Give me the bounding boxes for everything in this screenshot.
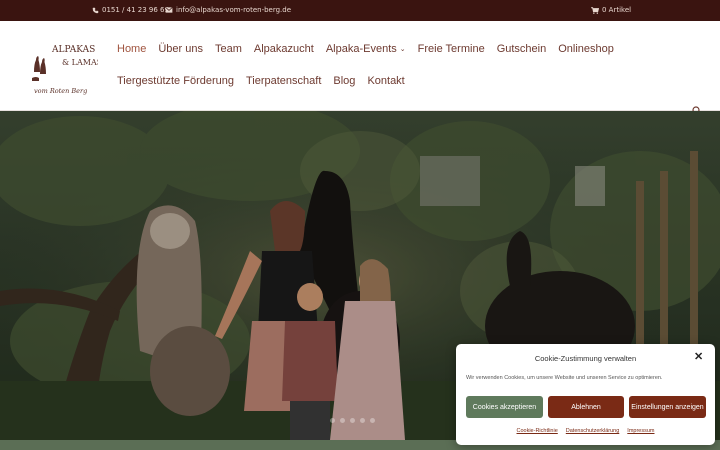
nav-item-kontakt[interactable]: Kontakt (367, 75, 404, 87)
mail-icon (165, 7, 173, 13)
slider-dot[interactable] (340, 418, 345, 423)
phone-contact[interactable]: 0151 / 41 23 96 69 (92, 6, 169, 14)
cart-count: 0 Artikel (602, 6, 632, 14)
email-contact[interactable]: info@alpakas-vom-roten-berg.de (165, 6, 291, 14)
logo-line1: ALPAKAS (51, 45, 95, 55)
nav-item-tiergestuetzte-foerderung[interactable]: Tiergestützte Förderung (117, 75, 234, 87)
nav-item-ueber-uns[interactable]: Über uns (158, 43, 203, 55)
cookie-consent-dialog: Cookie-Zustimmung verwalten ✕ Wir verwen… (456, 344, 715, 445)
accept-cookies-button[interactable]: Cookies akzeptieren (466, 396, 543, 418)
slider-dot[interactable] (350, 418, 355, 423)
nav-item-freie-termine[interactable]: Freie Termine (418, 43, 485, 55)
deny-cookies-button[interactable]: Ablehnen (548, 396, 624, 418)
cookie-title: Cookie-Zustimmung verwalten (534, 354, 637, 363)
nav-row-1: Home Über uns Team Alpakazucht Alpaka-Ev… (117, 40, 614, 58)
site-logo[interactable]: ALPAKAS & LAMAS vom Roten Berg (30, 38, 102, 98)
slider-dots (330, 418, 375, 423)
nav-item-home[interactable]: Home (117, 43, 146, 55)
nav-item-blog[interactable]: Blog (333, 75, 355, 87)
nav-item-gutschein[interactable]: Gutschein (497, 43, 547, 55)
cart-link[interactable]: 0 Artikel (591, 6, 631, 14)
nav-item-alpaka-events[interactable]: Alpaka-Events ⌄ (326, 43, 406, 55)
main-navigation: Home Über uns Team Alpakazucht Alpaka-Ev… (117, 40, 614, 104)
slider-dot[interactable] (370, 418, 375, 423)
cart-icon (591, 6, 599, 14)
chevron-down-icon: ⌄ (399, 46, 406, 53)
nav-item-onlineshop[interactable]: Onlineshop (558, 43, 614, 55)
top-bar: 0151 / 41 23 96 69 info@alpakas-vom-rote… (0, 0, 720, 21)
alpaca-logo-icon (32, 56, 46, 81)
logo-line2: & LAMAS (62, 58, 98, 67)
cookie-policy-link[interactable]: Cookie-Richtlinie (517, 428, 558, 434)
nav-item-team[interactable]: Team (215, 43, 242, 55)
slider-dot[interactable] (360, 418, 365, 423)
email-address: info@alpakas-vom-roten-berg.de (176, 6, 292, 14)
cookie-text: Wir verwenden Cookies, um unsere Website… (466, 375, 663, 381)
phone-number: 0151 / 41 23 96 69 (102, 6, 169, 14)
imprint-link[interactable]: Impressum (627, 428, 654, 434)
close-icon[interactable]: ✕ (694, 352, 703, 363)
cookie-buttons: Cookies akzeptieren Ablehnen Einstellung… (466, 396, 706, 418)
phone-icon (92, 7, 99, 13)
site-header: ALPAKAS & LAMAS vom Roten Berg Home Über… (0, 21, 720, 116)
logo-line3: vom Roten Berg (34, 87, 87, 95)
nav-item-alpakazucht[interactable]: Alpakazucht (254, 43, 314, 55)
nav-row-2: Tiergestützte Förderung Tierpatenschaft … (117, 72, 597, 90)
nav-item-alpaka-events-label: Alpaka-Events (325, 43, 397, 55)
slider-dot[interactable] (330, 418, 335, 423)
nav-item-tierpatenschaft[interactable]: Tierpatenschaft (246, 75, 321, 87)
privacy-policy-link[interactable]: Datenschutzerklärung (566, 428, 620, 434)
show-settings-button[interactable]: Einstellungen anzeigen (629, 396, 706, 418)
cookie-links: Cookie-Richtlinie Datenschutzerklärung I… (456, 428, 715, 434)
